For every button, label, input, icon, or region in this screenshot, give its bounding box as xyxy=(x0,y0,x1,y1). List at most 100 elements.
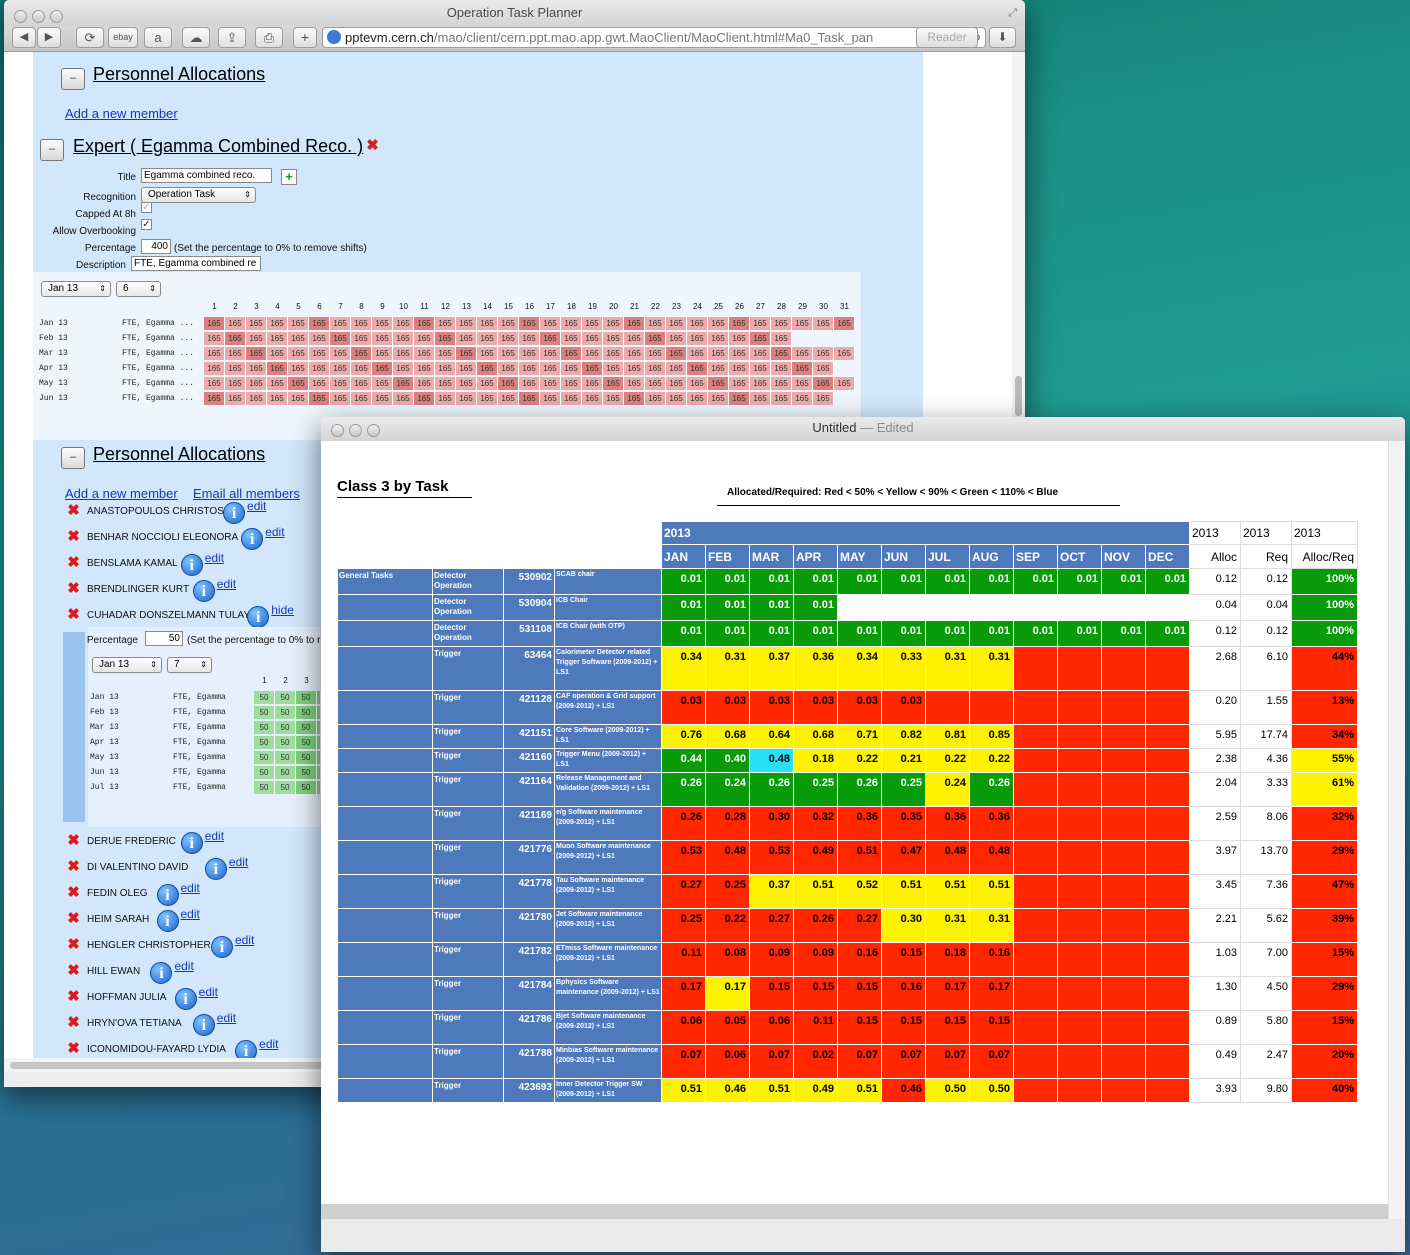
member-schedule-cell[interactable]: 50 xyxy=(296,736,317,749)
schedule-cell[interactable]: 165 xyxy=(603,332,624,345)
schedule-cell[interactable]: 165 xyxy=(708,332,729,345)
member-percentage-input[interactable]: 50 xyxy=(145,631,183,646)
schedule-cell[interactable]: 165 xyxy=(414,317,435,330)
address-bar[interactable]: pptevm.cern.ch/mao/client/cern.ppt.mao.a… xyxy=(322,27,986,48)
cloud-icon[interactable]: ☁ xyxy=(182,27,210,48)
schedule-cell[interactable]: 165 xyxy=(393,317,414,330)
task-row[interactable]: Detector Operation 530904 ICB Chair 0.01 0.0… xyxy=(337,594,1358,621)
delete-member-icon[interactable]: ✖ xyxy=(66,503,81,518)
member-month-select[interactable]: Jan 13 ⇕ xyxy=(92,657,162,673)
schedule-cell[interactable]: 165 xyxy=(624,347,645,360)
delete-member-icon[interactable]: ✖ xyxy=(66,529,81,544)
schedule-cell[interactable]: 165 xyxy=(288,392,309,405)
add-title-icon[interactable]: + xyxy=(281,169,297,185)
schedule-cell[interactable]: 165 xyxy=(204,347,225,360)
schedule-cell[interactable]: 165 xyxy=(729,377,750,390)
task-row[interactable]: Trigger 421164 Release Management and Vali… xyxy=(337,772,1358,807)
schedule-cell[interactable]: 165 xyxy=(645,392,666,405)
member-schedule-cell[interactable]: 50 xyxy=(254,766,275,779)
schedule-cell[interactable]: 165 xyxy=(561,392,582,405)
schedule-cell[interactable]: 165 xyxy=(519,362,540,375)
schedule-cell[interactable]: 165 xyxy=(393,377,414,390)
member-schedule-cell[interactable]: 50 xyxy=(254,691,275,704)
schedule-cell[interactable]: 165 xyxy=(267,317,288,330)
schedule-cell[interactable]: 165 xyxy=(624,392,645,405)
edit-member-link[interactable]: edit xyxy=(217,577,236,591)
task-row[interactable]: Trigger 421788 Minbias Software maintenanc… xyxy=(337,1044,1358,1079)
delete-member-icon[interactable]: ✖ xyxy=(66,859,81,874)
schedule-cell[interactable]: 165 xyxy=(498,377,519,390)
edit-member-link[interactable]: edit xyxy=(229,855,248,869)
schedule-cell[interactable]: 165 xyxy=(603,362,624,375)
schedule-cell[interactable]: 165 xyxy=(309,332,330,345)
share-icon[interactable]: ⇪ xyxy=(218,27,246,48)
edit-member-link[interactable]: edit xyxy=(217,1011,236,1025)
schedule-cell[interactable]: 165 xyxy=(792,362,813,375)
schedule-cell[interactable]: 165 xyxy=(477,317,498,330)
schedule-cell[interactable]: 165 xyxy=(582,347,603,360)
schedule-cell[interactable]: 165 xyxy=(687,317,708,330)
schedule-cell[interactable]: 165 xyxy=(687,362,708,375)
schedule-cell[interactable]: 165 xyxy=(603,377,624,390)
schedule-cell[interactable]: 165 xyxy=(687,347,708,360)
schedule-cell[interactable]: 165 xyxy=(582,362,603,375)
schedule-cell[interactable]: 165 xyxy=(771,347,792,360)
delete-member-icon[interactable]: ✖ xyxy=(66,1041,81,1056)
info-icon[interactable]: i xyxy=(210,936,233,958)
schedule-cell[interactable]: 165 xyxy=(414,332,435,345)
schedule-cell[interactable]: 165 xyxy=(288,347,309,360)
schedule-cell[interactable]: 165 xyxy=(561,347,582,360)
schedule-cell[interactable]: 165 xyxy=(750,362,771,375)
edit-member-link[interactable]: edit xyxy=(181,881,200,895)
schedule-cell[interactable]: 165 xyxy=(708,377,729,390)
collapse-personnel2-button[interactable]: – xyxy=(61,447,85,469)
schedule-cell[interactable]: 165 xyxy=(813,392,834,405)
editor-vertical-scrollbar[interactable] xyxy=(1388,441,1405,1219)
amazon-bookmark-icon[interactable]: a xyxy=(144,27,172,48)
schedule-cell[interactable]: 165 xyxy=(645,362,666,375)
schedule-cell[interactable]: 165 xyxy=(330,392,351,405)
task-row[interactable]: Trigger 421128 CAF operation & Grid suppor… xyxy=(337,690,1358,725)
schedule-cell[interactable]: 165 xyxy=(603,317,624,330)
schedule-cell[interactable]: 165 xyxy=(351,347,372,360)
edit-member-link[interactable]: edit xyxy=(181,907,200,921)
task-row[interactable]: Trigger 421784 Bphysics Software maintenan… xyxy=(337,976,1358,1011)
schedule-cell[interactable]: 165 xyxy=(414,392,435,405)
schedule-cell[interactable]: 165 xyxy=(309,392,330,405)
schedule-cell[interactable]: 165 xyxy=(561,377,582,390)
back-button[interactable]: ◀ xyxy=(12,27,36,48)
schedule-cell[interactable]: 165 xyxy=(519,347,540,360)
capped-checkbox[interactable]: ✓ xyxy=(141,202,152,213)
schedule-cell[interactable]: 165 xyxy=(666,362,687,375)
schedule-cell[interactable]: 165 xyxy=(435,332,456,345)
zoom-window-button[interactable] xyxy=(50,10,63,23)
schedule-cell[interactable]: 165 xyxy=(435,347,456,360)
schedule-cell[interactable]: 165 xyxy=(792,347,813,360)
minimize-window-button[interactable] xyxy=(32,10,45,23)
schedule-cell[interactable]: 165 xyxy=(666,347,687,360)
schedule-cell[interactable]: 165 xyxy=(267,347,288,360)
member-schedule-cell[interactable]: 50 xyxy=(275,781,296,794)
schedule-cell[interactable]: 165 xyxy=(477,377,498,390)
schedule-cell[interactable]: 165 xyxy=(330,362,351,375)
schedule-cell[interactable]: 165 xyxy=(687,332,708,345)
schedule-cell[interactable]: 165 xyxy=(372,377,393,390)
schedule-cell[interactable]: 165 xyxy=(729,392,750,405)
schedule-cell[interactable]: 165 xyxy=(351,362,372,375)
add-member-link[interactable]: Add a new member xyxy=(65,106,178,121)
schedule-cell[interactable]: 165 xyxy=(750,317,771,330)
schedule-cell[interactable]: 165 xyxy=(204,317,225,330)
schedule-cell[interactable]: 165 xyxy=(372,362,393,375)
schedule-cell[interactable]: 165 xyxy=(771,392,792,405)
member-schedule-cell[interactable]: 50 xyxy=(254,736,275,749)
schedule-cell[interactable]: 165 xyxy=(477,332,498,345)
delete-member-icon[interactable]: ✖ xyxy=(66,989,81,1004)
schedule-cell[interactable]: 165 xyxy=(225,377,246,390)
member-schedule-cell[interactable]: 50 xyxy=(275,691,296,704)
schedule-cell[interactable]: 165 xyxy=(330,347,351,360)
schedule-cell[interactable]: 165 xyxy=(708,347,729,360)
schedule-cell[interactable]: 165 xyxy=(603,347,624,360)
edit-member-link[interactable]: edit xyxy=(174,959,193,973)
schedule-cell[interactable]: 165 xyxy=(309,362,330,375)
schedule-cell[interactable]: 165 xyxy=(666,317,687,330)
